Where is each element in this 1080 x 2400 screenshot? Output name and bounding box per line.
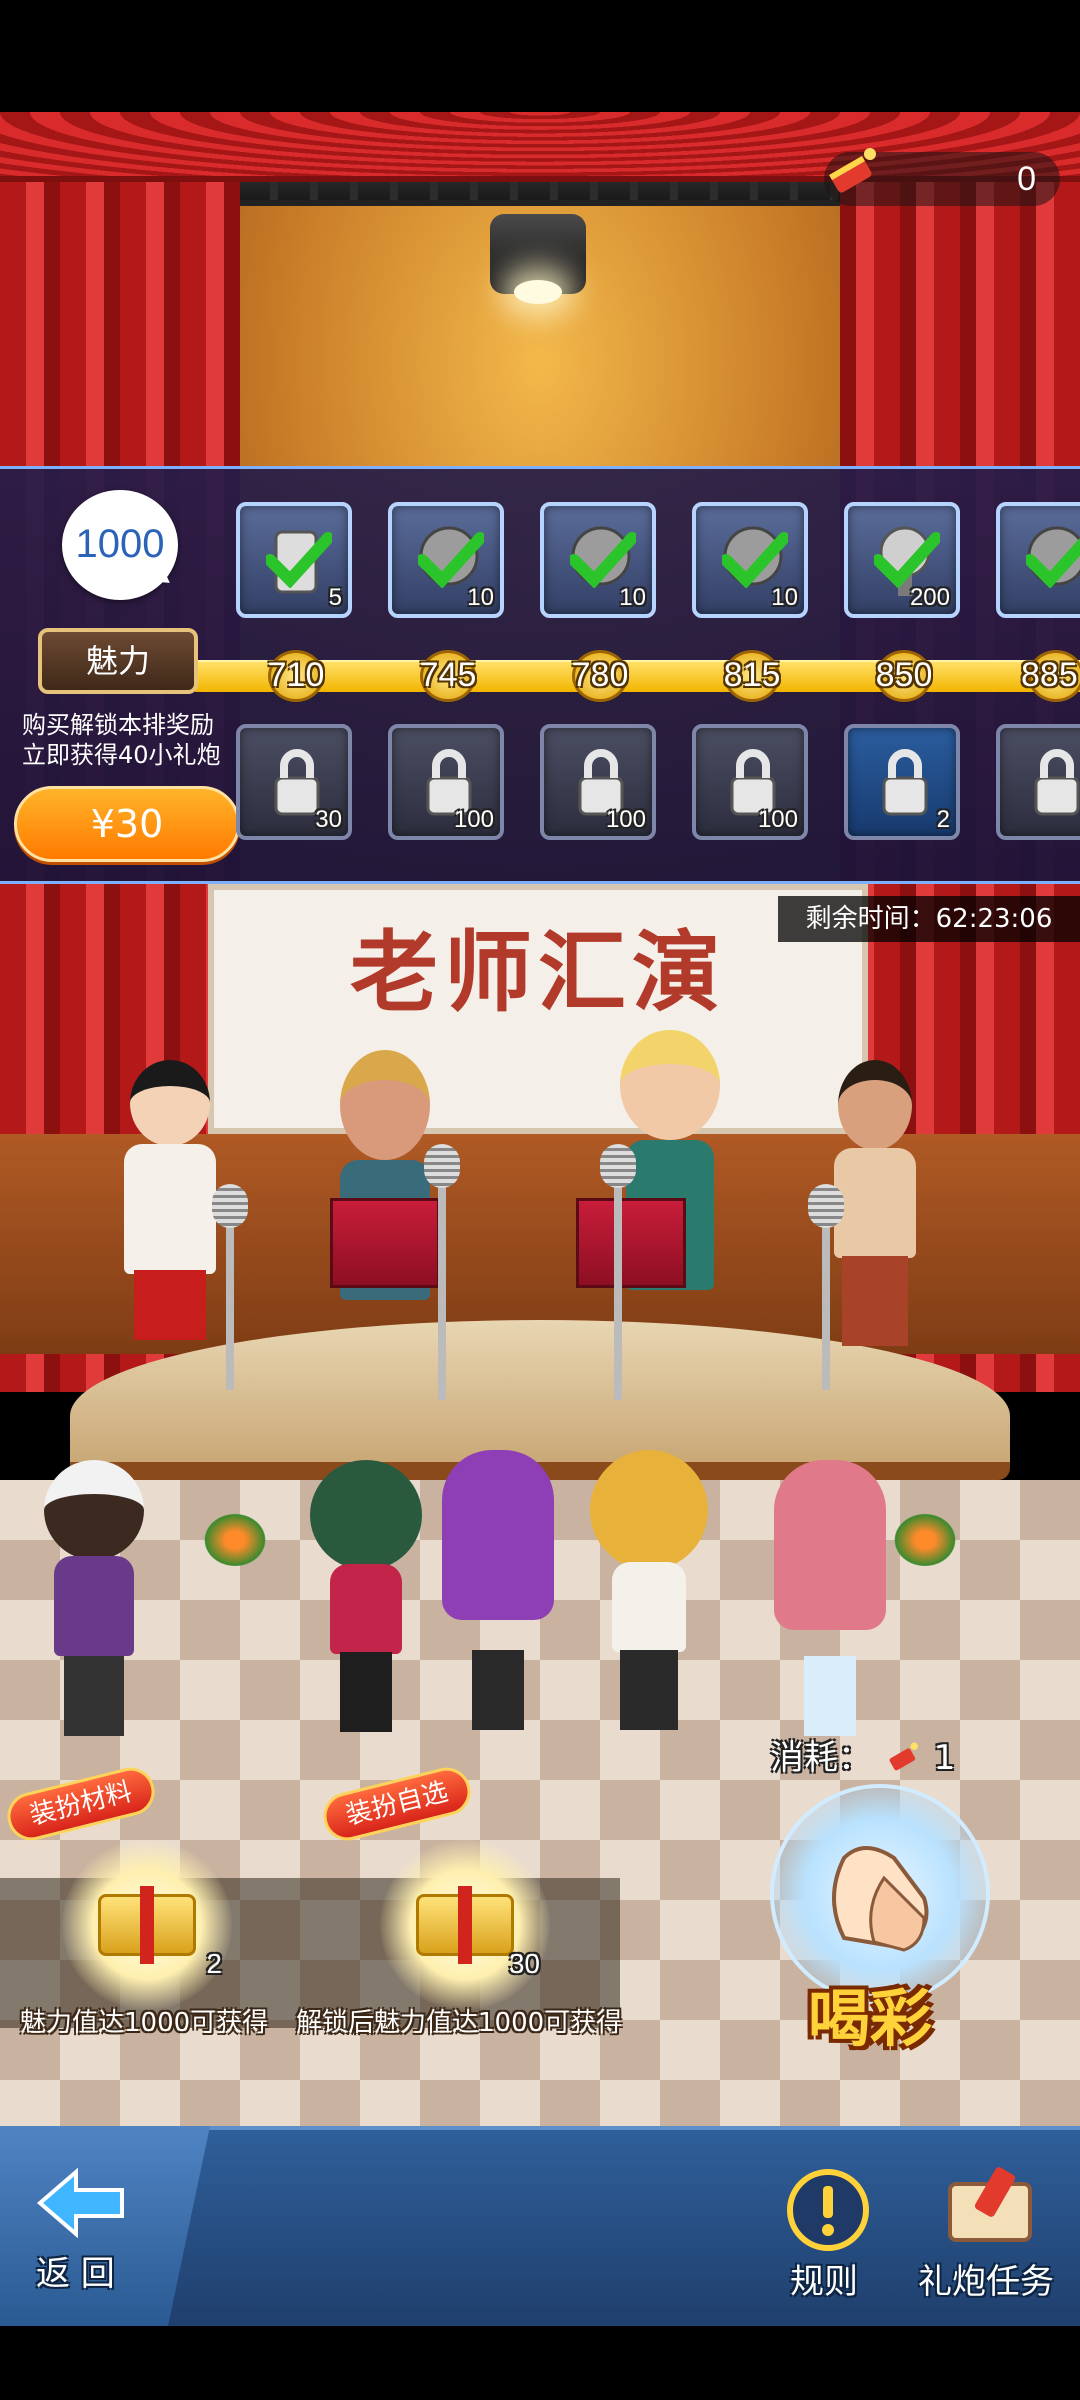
lock-icon xyxy=(882,749,928,816)
reward-count: 10 xyxy=(771,584,798,611)
reward-count: 5 xyxy=(328,584,342,611)
audience-member xyxy=(770,1460,890,1750)
milestone-value: 850 xyxy=(875,656,933,694)
buy-unlock-button[interactable]: ¥30 xyxy=(14,786,240,862)
reward-count: 200 xyxy=(909,584,950,611)
check-icon xyxy=(418,532,484,588)
task-book-icon xyxy=(948,2167,1032,2242)
music-stand xyxy=(576,1198,686,1288)
microphone-stand xyxy=(212,1184,248,1390)
rules-label: 规则 xyxy=(790,2262,858,2302)
reward-count: 100 xyxy=(757,806,798,833)
audience-member xyxy=(584,1450,714,1750)
charm-bubble-value: 1000 xyxy=(75,522,165,566)
audience-member xyxy=(438,1450,558,1750)
status-bar xyxy=(0,0,1080,112)
microphone-stand xyxy=(600,1144,636,1400)
ribbon-icon xyxy=(140,1886,154,1964)
reward-slot-free-5[interactable]: 200 xyxy=(844,502,960,618)
check-icon xyxy=(874,532,940,588)
cheer-label: 喝彩 xyxy=(808,1982,933,2055)
milestone-value: 710 xyxy=(267,656,325,694)
reward-count: 30 xyxy=(315,806,342,833)
charm-label: 魅力 xyxy=(38,628,198,694)
reward-slot-paid-5[interactable]: 2 xyxy=(844,724,960,840)
reward-slot-free-3[interactable]: 10 xyxy=(540,502,656,618)
reward-count: 10 xyxy=(619,584,646,611)
back-label: 返 回 xyxy=(36,2254,115,2294)
microphone-stand xyxy=(424,1144,460,1400)
check-icon xyxy=(266,532,332,588)
flower-pot xyxy=(890,1510,960,1570)
system-nav-bar xyxy=(0,2326,1080,2400)
firecracker-currency: 0 xyxy=(824,148,1060,206)
music-stand xyxy=(330,1198,440,1288)
show-title: 老师汇演 xyxy=(349,920,726,1024)
check-icon xyxy=(722,532,788,588)
milestone-value: 745 xyxy=(419,656,477,694)
firecracker-count: 0 xyxy=(1017,160,1036,198)
reward-slot-paid-2[interactable]: 100 xyxy=(388,724,504,840)
back-button[interactable]: 返 回 xyxy=(30,2160,150,2310)
consume-info: 消耗： 1 xyxy=(770,1730,955,1780)
check-icon xyxy=(570,532,636,588)
reward-slot-paid-1[interactable]: 30 xyxy=(236,724,352,840)
reward-count: 2 xyxy=(206,1948,222,1979)
dress-choice-caption: 解锁后魅力值达1000可获得 xyxy=(296,2008,623,2038)
audience-member xyxy=(34,1460,154,1750)
back-arrow-icon xyxy=(36,2168,124,2238)
consume-label: 消耗： xyxy=(770,1738,872,1778)
reward-slot-free-1[interactable]: 5 xyxy=(236,502,352,618)
charm-bubble: 1000 xyxy=(62,490,178,600)
reward-slot-paid-4[interactable]: 100 xyxy=(692,724,808,840)
spotlight xyxy=(490,214,586,304)
unlock-text-line: 购买解锁本排奖励 xyxy=(22,711,214,739)
unlock-description: 购买解锁本排奖励 立即获得40小礼炮 xyxy=(22,710,262,770)
rules-button[interactable]: 规则 xyxy=(782,2168,902,2318)
reward-slot-free-4[interactable]: 10 xyxy=(692,502,808,618)
reward-count: 10 xyxy=(467,584,494,611)
firecracker-icon xyxy=(829,148,876,193)
firecracker-icon xyxy=(889,1742,918,1770)
remaining-time: 剩余时间：62:23:06 xyxy=(778,896,1080,942)
clap-hands-icon xyxy=(832,1846,929,1952)
reward-slot-paid-3[interactable]: 100 xyxy=(540,724,656,840)
info-icon xyxy=(787,2169,869,2251)
milestone-value: 780 xyxy=(571,656,629,694)
check-icon xyxy=(1026,537,1080,588)
reward-slot-free-2[interactable]: 10 xyxy=(388,502,504,618)
dress-material-caption: 魅力值达1000可获得 xyxy=(20,2008,269,2038)
reward-slot-paid-6[interactable] xyxy=(996,724,1080,840)
firecracker-task-button[interactable]: 礼炮任务 xyxy=(918,2164,1068,2318)
ribbon-icon xyxy=(458,1886,472,1964)
reward-slot-free-6[interactable] xyxy=(996,502,1080,618)
dress-choice-reward[interactable]: 30 xyxy=(380,1840,550,2010)
lock-icon xyxy=(1034,749,1080,816)
task-label: 礼炮任务 xyxy=(918,2262,1054,2302)
consume-count: 1 xyxy=(933,1738,956,1778)
unlock-text-line: 立即获得40小礼炮 xyxy=(22,741,221,769)
milestone-value: 815 xyxy=(723,656,781,694)
flower-pot xyxy=(200,1510,270,1570)
reward-count: 100 xyxy=(605,806,646,833)
microphone-stand xyxy=(808,1184,844,1390)
reward-count: 100 xyxy=(453,806,494,833)
reward-count: 30 xyxy=(508,1948,540,1979)
dress-material-reward[interactable]: 2 xyxy=(62,1840,232,2010)
audience-member xyxy=(306,1460,426,1750)
reward-count: 2 xyxy=(936,806,950,833)
milestone-value: 885 xyxy=(1021,656,1078,694)
